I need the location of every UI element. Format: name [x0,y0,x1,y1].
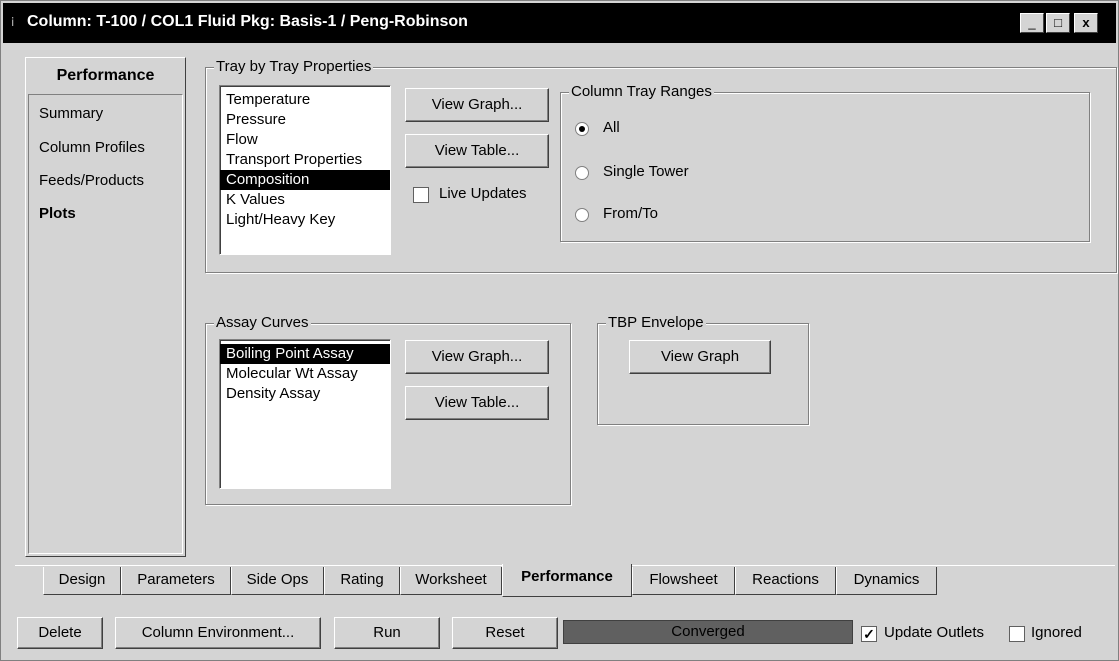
update-outlets-checkbox[interactable]: ✓ [861,626,877,642]
page-navigator: Performance Summary Column Profiles Feed… [25,57,186,557]
tray-view-table-button[interactable]: View Table... [405,134,549,168]
tray-properties-label: Tray by Tray Properties [214,58,374,76]
assay-view-graph-button[interactable]: View Graph... [405,340,549,374]
tab-design[interactable]: Design [43,567,121,595]
tab-performance[interactable]: Performance [502,564,632,597]
status-bar: Converged [563,620,853,644]
tab-parameters[interactable]: Parameters [121,567,231,595]
list-item[interactable]: Density Assay [220,384,390,404]
live-updates-checkbox[interactable] [413,187,429,203]
radio-single-tower[interactable] [575,166,589,180]
tray-view-graph-button[interactable]: View Graph... [405,88,549,122]
radio-single-tower-label: Single Tower [603,163,689,180]
window-title: Column: T-100 / COL1 Fluid Pkg: Basis-1 … [27,13,468,30]
nav-item-feeds-products[interactable]: Feeds/Products [39,172,144,189]
tray-ranges-label: Column Tray Ranges [569,83,714,101]
reset-button[interactable]: Reset [452,617,558,649]
list-item[interactable]: Molecular Wt Assay [220,364,390,384]
nav-header: Performance [56,67,155,84]
title-bar[interactable]: ⅰ Column: T-100 / COL1 Fluid Pkg: Basis-… [3,3,1116,43]
tray-property-list[interactable]: Temperature Pressure Flow Transport Prop… [219,85,391,255]
column-environment-button[interactable]: Column Environment... [115,617,321,649]
tab-side-ops[interactable]: Side Ops [231,567,324,595]
tab-reactions[interactable]: Reactions [735,567,836,595]
update-outlets-label: Update Outlets [884,624,985,641]
radio-all[interactable] [575,122,589,136]
run-button[interactable]: Run [334,617,440,649]
nav-list: Summary Column Profiles Feeds/Products P… [28,94,183,554]
column-window: ⅰ Column: T-100 / COL1 Fluid Pkg: Basis-… [0,0,1119,661]
live-updates-label: Live Updates [439,185,527,202]
list-item-selected[interactable]: Boiling Point Assay [220,344,390,364]
minimize-icon[interactable]: _ [1020,13,1044,33]
ignored-checkbox[interactable] [1009,626,1025,642]
list-item[interactable]: Flow [220,130,390,150]
delete-button[interactable]: Delete [17,617,103,649]
nav-item-summary[interactable]: Summary [39,105,103,122]
radio-all-label: All [603,119,620,136]
assay-curves-label: Assay Curves [214,314,311,332]
window-icon: ⅰ [11,15,15,29]
tab-dynamics[interactable]: Dynamics [836,567,937,595]
assay-curve-list[interactable]: Boiling Point Assay Molecular Wt Assay D… [219,339,391,489]
radio-from-to[interactable] [575,208,589,222]
nav-item-plots[interactable]: Plots [39,205,76,222]
assay-view-table-button[interactable]: View Table... [405,386,549,420]
tab-rating[interactable]: Rating [324,567,400,595]
tab-flowsheet[interactable]: Flowsheet [632,567,735,595]
maximize-icon[interactable]: □ [1046,13,1070,33]
close-icon[interactable]: x [1074,13,1098,33]
tbp-view-graph-button[interactable]: View Graph [629,340,771,374]
tbp-envelope-label: TBP Envelope [606,314,706,332]
tbp-envelope-group: TBP Envelope [597,314,809,425]
list-item[interactable]: Pressure [220,110,390,130]
list-item[interactable]: Temperature [220,90,390,110]
nav-item-column-profiles[interactable]: Column Profiles [39,139,145,156]
ignored-label: Ignored [1031,624,1082,641]
tab-worksheet[interactable]: Worksheet [400,567,502,595]
list-item[interactable]: Light/Heavy Key [220,210,390,230]
tray-ranges-group: Column Tray Ranges All Single Tower From… [560,83,1090,242]
list-item-selected[interactable]: Composition [220,170,390,190]
radio-from-to-label: From/To [603,205,659,222]
list-item[interactable]: Transport Properties [220,150,390,170]
list-item[interactable]: K Values [220,190,390,210]
